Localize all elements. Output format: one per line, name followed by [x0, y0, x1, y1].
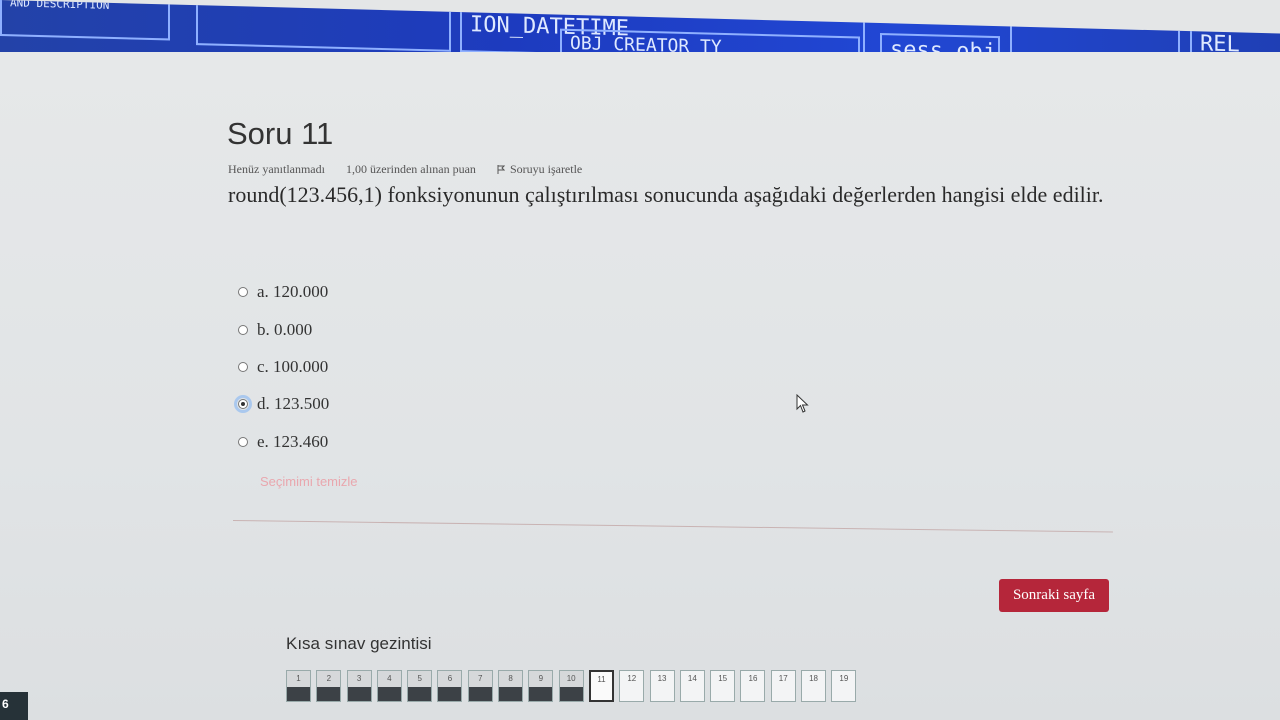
banner-label-1: AND DESCRIPTION	[0, 0, 170, 41]
question-text: round(123.456,1) fonksiyonunun çalıştırı…	[228, 182, 1104, 207]
quiz-navigation-title: Kısa sınav gezintisi	[286, 634, 432, 653]
question-info: Henüz yanıtlanmadı 1,00 üzerinden alınan…	[228, 162, 618, 177]
corner-badge: 6	[0, 692, 28, 720]
flag-icon	[497, 165, 505, 174]
quiz-nav-button-5[interactable]: 5	[407, 670, 433, 702]
quiz-page: Soru 11 Henüz yanıtlanmadı 1,00 üzerinde…	[0, 52, 1280, 720]
answer-option-b[interactable]: b. 0.000	[238, 320, 312, 340]
answer-label: c. 100.000	[257, 357, 329, 376]
answer-option-a[interactable]: a. 120.000	[238, 282, 328, 302]
quiz-nav-button-4[interactable]: 4	[376, 670, 402, 702]
radio-button[interactable]	[238, 362, 248, 372]
radio-button[interactable]	[238, 325, 248, 335]
quiz-nav-button-19[interactable]: 19	[831, 670, 857, 702]
quiz-navigation-grid: 1 2 3 4 5 6 7 8 9 10 11 12 13 14 15 16 17 18 19	[286, 670, 862, 702]
flag-question-link[interactable]: Soruyu işaretle	[497, 162, 600, 176]
answer-option-e[interactable]: e. 123.460	[238, 432, 328, 452]
answer-label: e. 123.460	[257, 432, 329, 451]
answer-option-d[interactable]: d. 123.500	[234, 394, 330, 414]
answer-label: d. 123.500	[257, 394, 330, 413]
quiz-nav-button-16[interactable]: 16	[740, 670, 766, 702]
quiz-nav-button-3[interactable]: 3	[346, 670, 372, 702]
radio-button[interactable]	[238, 287, 248, 297]
quiz-nav-button-8[interactable]: 8	[498, 670, 524, 702]
question-title: Soru 11	[227, 116, 334, 151]
answer-label: a. 120.000	[257, 282, 329, 301]
quiz-nav-button-6[interactable]: 6	[437, 670, 463, 702]
answer-label: b. 0.000	[257, 320, 313, 339]
radio-button-selected[interactable]	[234, 395, 252, 413]
quiz-nav-button-15[interactable]: 15	[710, 670, 736, 702]
quiz-nav-button-12[interactable]: 12	[619, 670, 645, 702]
quiz-nav-button-1[interactable]: 1	[286, 670, 311, 702]
clear-choice-link[interactable]: Seçimimi temizle	[260, 474, 358, 489]
next-page-button[interactable]: Sonraki sayfa	[999, 579, 1109, 612]
quiz-nav-button-18[interactable]: 18	[801, 670, 827, 702]
quiz-nav-button-7[interactable]: 7	[467, 670, 493, 702]
mouse-cursor-icon	[796, 394, 809, 413]
quiz-nav-button-13[interactable]: 13	[649, 670, 675, 702]
quiz-nav-button-2[interactable]: 2	[316, 670, 342, 702]
question-status: Henüz yanıtlanmadı	[228, 162, 325, 176]
question-marks: 1,00 üzerinden alınan puan	[345, 162, 476, 176]
answer-option-c[interactable]: c. 100.000	[238, 357, 328, 377]
divider	[232, 520, 1113, 533]
banner-box-1	[196, 1, 451, 52]
flag-question-label: Soruyu işaretle	[509, 162, 583, 176]
quiz-nav-button-14[interactable]: 14	[679, 670, 705, 702]
quiz-nav-button-17[interactable]: 17	[770, 670, 796, 702]
quiz-nav-button-10[interactable]: 10	[558, 670, 584, 702]
quiz-nav-button-11[interactable]: 11	[588, 670, 614, 702]
radio-button[interactable]	[238, 437, 248, 447]
quiz-nav-button-9[interactable]: 9	[528, 670, 554, 702]
